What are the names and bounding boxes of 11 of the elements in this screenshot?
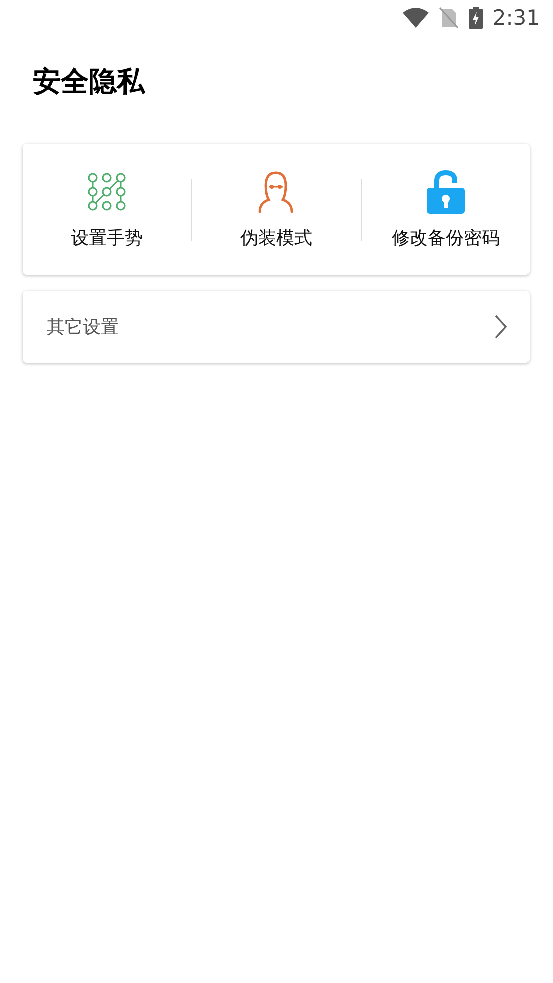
action-button[interactable]: 修改备份密码 — [362, 160, 530, 260]
action-button[interactable]: 设置手势 — [23, 160, 192, 260]
status-time: 2:31 — [492, 6, 540, 30]
chevron-right-icon — [494, 314, 508, 340]
other-settings-row[interactable]: 其它设置 — [23, 291, 530, 363]
unlocked-padlock-icon — [426, 170, 465, 214]
page-title: 安全隐私 — [33, 64, 146, 100]
battery-charging-icon — [468, 7, 483, 29]
action-button[interactable]: 伪装模式 — [192, 160, 361, 260]
no-sim-icon — [438, 7, 459, 29]
wifi-icon — [402, 8, 429, 28]
